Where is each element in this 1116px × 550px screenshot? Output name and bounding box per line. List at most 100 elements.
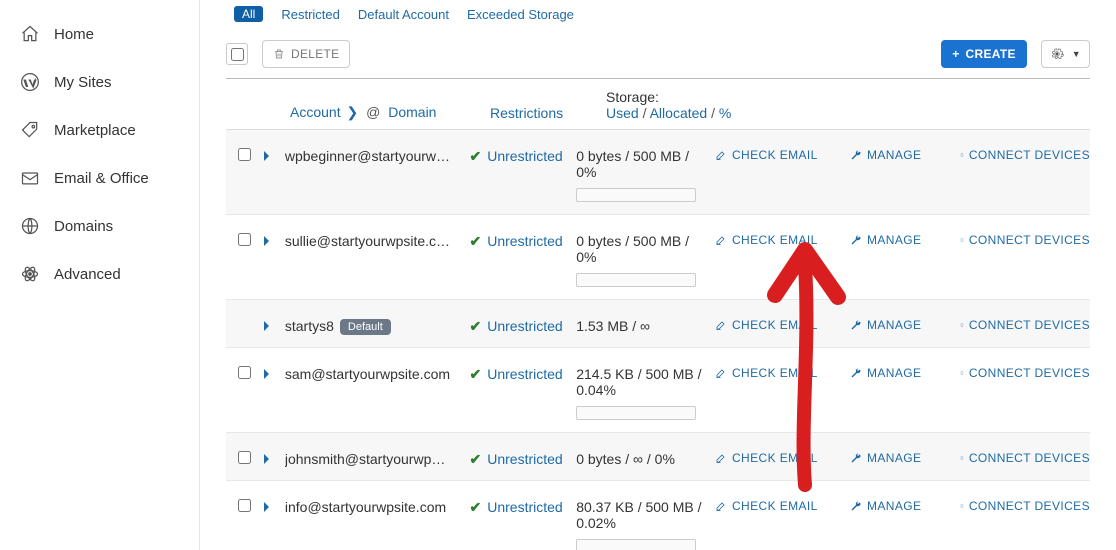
sort-caret-icon: ❯	[343, 104, 359, 120]
storage-text: 80.37 KB / 500 MB / 0.02%	[576, 499, 705, 531]
sidebar-item-label: Domains	[54, 218, 113, 235]
restriction-value[interactable]: Unrestricted	[487, 233, 562, 249]
storage-cell: 0 bytes / 500 MB / 0%	[576, 146, 715, 202]
sidebar-item-home[interactable]: Home	[0, 10, 199, 58]
account-cell: sam@startyourwpsite.com	[285, 364, 470, 382]
create-button-label: CREATE	[966, 47, 1016, 61]
sidebar-item-advanced[interactable]: Advanced	[0, 250, 199, 298]
restriction-value[interactable]: Unrestricted	[487, 499, 562, 515]
column-domain[interactable]: Domain	[388, 104, 436, 120]
check-icon: ✔	[470, 451, 482, 468]
column-storage-allocated[interactable]: Allocated	[650, 105, 708, 121]
column-account[interactable]: Account	[290, 104, 341, 120]
sidebar-item-label: Advanced	[54, 266, 121, 283]
filter-tab-restricted[interactable]: Restricted	[281, 7, 340, 22]
check-email-link[interactable]: CHECK EMAIL	[715, 148, 820, 162]
create-button[interactable]: + CREATE	[941, 40, 1027, 68]
sidebar-item-label: Email & Office	[54, 170, 149, 187]
column-restrictions[interactable]: Restrictions	[490, 105, 563, 121]
manage-link[interactable]: MANAGE	[850, 499, 930, 513]
at-symbol: @	[362, 104, 384, 120]
storage-text: 0 bytes / ∞ / 0%	[576, 451, 705, 467]
select-all-checkbox[interactable]	[226, 43, 248, 65]
connect-devices-link[interactable]: CONNECT DEVICES	[960, 451, 1090, 465]
storage-text: 214.5 KB / 500 MB / 0.04%	[576, 366, 705, 398]
storage-text: 0 bytes / 500 MB / 0%	[576, 148, 705, 180]
account-email: sullie@startyourwpsite.c…	[285, 233, 450, 249]
check-icon: ✔	[470, 499, 482, 516]
storage-bar	[576, 406, 696, 420]
connect-devices-link[interactable]: CONNECT DEVICES	[960, 233, 1090, 247]
check-icon: ✔	[470, 148, 482, 165]
restriction-cell: ✔ Unrestricted	[470, 497, 577, 516]
check-email-link[interactable]: CHECK EMAIL	[715, 318, 820, 332]
plus-icon: +	[952, 47, 959, 61]
sidebar-item-marketplace[interactable]: Marketplace	[0, 106, 199, 154]
row-checkbox[interactable]	[238, 233, 251, 246]
expand-toggle[interactable]	[263, 231, 285, 247]
globe-icon	[20, 216, 40, 236]
restriction-value[interactable]: Unrestricted	[487, 366, 562, 382]
column-storage-used[interactable]: Used	[606, 105, 639, 121]
manage-link[interactable]: MANAGE	[850, 233, 930, 247]
expand-toggle[interactable]	[263, 364, 285, 380]
check-icon: ✔	[470, 233, 482, 250]
sidebar-item-domains[interactable]: Domains	[0, 202, 199, 250]
check-email-link[interactable]: CHECK EMAIL	[715, 366, 820, 380]
account-cell: startys8Default	[285, 316, 470, 335]
restriction-cell: ✔ Unrestricted	[470, 231, 577, 250]
storage-cell: 214.5 KB / 500 MB / 0.04%	[576, 364, 715, 420]
table-row: info@startyourwpsite.com ✔ Unrestricted …	[226, 481, 1090, 550]
atom-icon	[20, 264, 40, 284]
expand-toggle[interactable]	[263, 497, 285, 513]
expand-toggle[interactable]	[263, 449, 285, 465]
row-checkbox[interactable]	[238, 451, 251, 464]
manage-link[interactable]: MANAGE	[850, 366, 930, 380]
manage-link[interactable]: MANAGE	[850, 318, 930, 332]
restriction-cell: ✔ Unrestricted	[470, 449, 577, 468]
row-checkbox[interactable]	[238, 366, 251, 379]
column-storage-title: Storage:	[606, 89, 756, 105]
connect-devices-link[interactable]: CONNECT DEVICES	[960, 318, 1090, 332]
row-checkbox[interactable]	[238, 148, 251, 161]
column-storage-percent[interactable]: %	[719, 105, 731, 121]
expand-toggle[interactable]	[263, 316, 285, 332]
restriction-value[interactable]: Unrestricted	[487, 148, 562, 164]
sidebar-item-mysites[interactable]: My Sites	[0, 58, 199, 106]
storage-bar	[576, 273, 696, 287]
filter-tab-all[interactable]: All	[234, 6, 263, 22]
row-checkbox[interactable]	[238, 499, 251, 512]
filter-tab-default[interactable]: Default Account	[358, 7, 449, 22]
sidebar-item-label: My Sites	[54, 74, 112, 91]
main-panel: All Restricted Default Account Exceeded …	[200, 0, 1116, 550]
table-row: sullie@startyourwpsite.c… ✔ Unrestricted…	[226, 215, 1090, 300]
delete-button[interactable]: DELETE	[262, 40, 350, 68]
check-email-link[interactable]: CHECK EMAIL	[715, 451, 820, 465]
expand-toggle[interactable]	[263, 146, 285, 162]
restriction-value[interactable]: Unrestricted	[487, 318, 562, 334]
connect-devices-link[interactable]: CONNECT DEVICES	[960, 366, 1090, 380]
storage-cell: 1.53 MB / ∞	[576, 316, 715, 334]
sidebar-item-email[interactable]: Email & Office	[0, 154, 199, 202]
restriction-value[interactable]: Unrestricted	[487, 451, 562, 467]
check-email-link[interactable]: CHECK EMAIL	[715, 499, 820, 513]
sidebar: Home My Sites Marketplace Email & Office…	[0, 0, 200, 550]
check-icon: ✔	[470, 318, 482, 335]
restriction-cell: ✔ Unrestricted	[470, 316, 577, 335]
settings-button[interactable]: ▼	[1041, 40, 1090, 68]
sidebar-item-label: Marketplace	[54, 122, 136, 139]
check-email-link[interactable]: CHECK EMAIL	[715, 233, 820, 247]
manage-link[interactable]: MANAGE	[850, 451, 930, 465]
filter-tab-exceeded[interactable]: Exceeded Storage	[467, 7, 574, 22]
wordpress-icon	[20, 72, 40, 92]
account-cell: info@startyourwpsite.com	[285, 497, 470, 515]
manage-link[interactable]: MANAGE	[850, 148, 930, 162]
mail-icon	[20, 168, 40, 188]
connect-devices-link[interactable]: CONNECT DEVICES	[960, 499, 1090, 513]
account-cell: sullie@startyourwpsite.c…	[285, 231, 470, 249]
filter-tabs: All Restricted Default Account Exceeded …	[226, 0, 1090, 36]
caret-down-icon: ▼	[1072, 49, 1081, 59]
check-icon: ✔	[470, 366, 482, 383]
table-body: wpbeginner@startyourw… ✔ Unrestricted 0 …	[226, 130, 1090, 550]
connect-devices-link[interactable]: CONNECT DEVICES	[960, 148, 1090, 162]
